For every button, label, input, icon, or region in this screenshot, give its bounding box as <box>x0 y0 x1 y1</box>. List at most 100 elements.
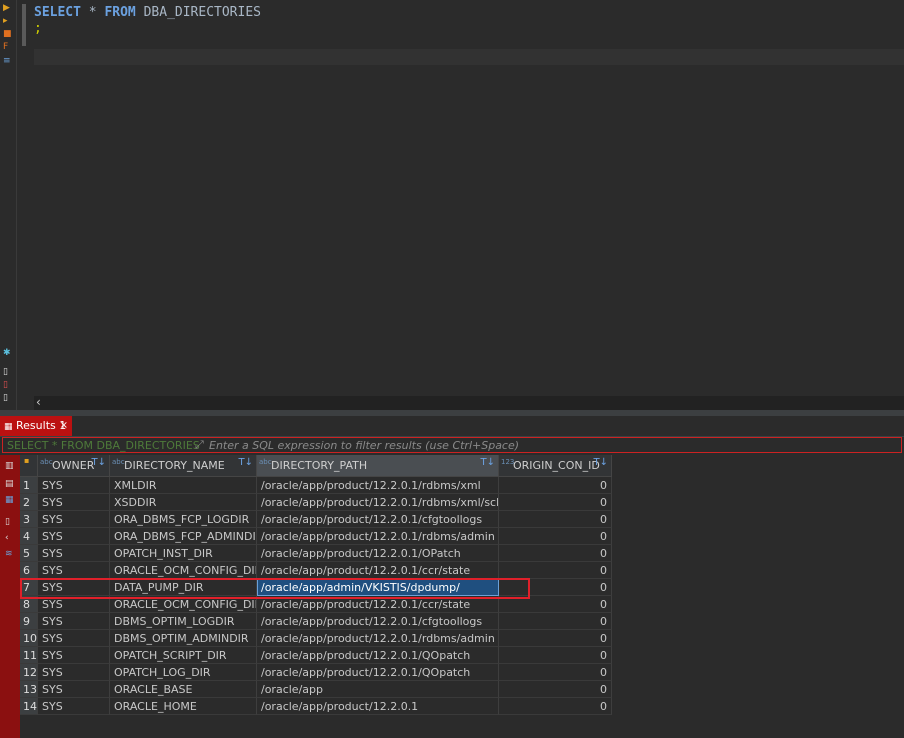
row-number[interactable]: 2 <box>20 494 38 511</box>
cell-directory-path[interactable]: /oracle/app/product/12.2.0.1/cfgtoollogs <box>257 511 499 528</box>
cell-origin-con-id[interactable]: 0 <box>499 528 612 545</box>
row-number[interactable]: 8 <box>20 596 38 613</box>
cell-directory-path[interactable]: /oracle/app/product/12.2.0.1/cfgtoollogs <box>257 613 499 630</box>
row-number[interactable]: 9 <box>20 613 38 630</box>
cell-directory-name[interactable]: ORACLE_OCM_CONFIG_DIR <box>110 562 257 579</box>
column-header-directory-name[interactable]: abc DIRECTORY_NAME T↓ <box>110 455 257 477</box>
cell-directory-path[interactable]: /oracle/app/product/12.2.0.1/OPatch <box>257 545 499 562</box>
cell-origin-con-id[interactable]: 0 <box>499 477 612 494</box>
explain-icon[interactable]: ■ <box>3 30 12 39</box>
cell-directory-name[interactable]: DBMS_OPTIM_LOGDIR <box>110 613 257 630</box>
row-number[interactable]: 1 <box>20 477 38 494</box>
cell-directory-path[interactable]: /oracle/app/product/12.2.0.1/rdbms/xml <box>257 477 499 494</box>
column-header-owner[interactable]: abc OWNER T↓ <box>38 455 110 477</box>
cell-directory-path[interactable]: /oracle/app/product/12.2.0.1 <box>257 698 499 715</box>
cell-directory-name[interactable]: XSDDIR <box>110 494 257 511</box>
cell-origin-con-id[interactable]: 0 <box>499 647 612 664</box>
panels-icon[interactable]: ▯ <box>5 517 15 527</box>
cell-owner[interactable]: SYS <box>38 477 110 494</box>
file-icon[interactable]: ▯ <box>3 368 12 377</box>
cell-owner[interactable]: SYS <box>38 528 110 545</box>
sql-editor[interactable]: ▶ ▸ ■ F ≡ ✱ ▯ ▯ ▯ SELECT * FROM DBA_DIRE… <box>0 0 904 410</box>
cell-origin-con-id[interactable]: 0 <box>499 562 612 579</box>
row-number[interactable]: 3 <box>20 511 38 528</box>
row-number[interactable]: 13 <box>20 681 38 698</box>
cell-owner[interactable]: SYS <box>38 562 110 579</box>
scroll-left-icon[interactable]: ‹ <box>36 395 41 409</box>
expand-filter-icon[interactable]: ⤢ <box>195 438 204 452</box>
cell-owner[interactable]: SYS <box>38 681 110 698</box>
chevron-icon[interactable]: ‹ <box>5 533 15 543</box>
cell-directory-name[interactable]: ORA_DBMS_FCP_LOGDIR <box>110 511 257 528</box>
cell-origin-con-id[interactable]: 0 <box>499 579 612 596</box>
cell-directory-path[interactable]: /oracle/app/product/12.2.0.1/ccr/state <box>257 562 499 579</box>
cell-directory-path[interactable]: /oracle/app/product/12.2.0.1/rdbms/admin <box>257 630 499 647</box>
cell-directory-path[interactable]: /oracle/app/admin/VKISTIS/dpdump/ <box>257 579 499 596</box>
cell-directory-name[interactable]: ORA_DBMS_FCP_ADMINDIR <box>110 528 257 545</box>
cell-origin-con-id[interactable]: 0 <box>499 630 612 647</box>
cell-directory-path[interactable]: /oracle/app/product/12.2.0.1/rdbms/admin <box>257 528 499 545</box>
row-number[interactable]: 14 <box>20 698 38 715</box>
row-number[interactable]: 12 <box>20 664 38 681</box>
results-grid[interactable]: ▪ abc OWNER T↓ abc DIRECTORY_NAME T↓ abc… <box>20 455 904 738</box>
grid-view-icon[interactable]: ▥ <box>5 461 15 471</box>
cell-directory-path[interactable]: /oracle/app/product/12.2.0.1/QOpatch <box>257 664 499 681</box>
row-number[interactable]: 5 <box>20 545 38 562</box>
outline-icon[interactable]: ✱ <box>3 349 12 358</box>
cell-owner[interactable]: SYS <box>38 596 110 613</box>
cell-directory-path[interactable]: /oracle/app/product/12.2.0.1/QOpatch <box>257 647 499 664</box>
row-number[interactable]: 11 <box>20 647 38 664</box>
cell-owner[interactable]: SYS <box>38 664 110 681</box>
cell-directory-name[interactable]: ORACLE_HOME <box>110 698 257 715</box>
doc-icon[interactable]: ▯ <box>3 394 12 403</box>
cell-origin-con-id[interactable]: 0 <box>499 613 612 630</box>
cell-directory-path[interactable]: /oracle/app <box>257 681 499 698</box>
cell-origin-con-id[interactable]: 0 <box>499 545 612 562</box>
cell-origin-con-id[interactable]: 0 <box>499 494 612 511</box>
execute-script-icon[interactable]: ▸ <box>3 17 12 26</box>
row-number[interactable]: 10 <box>20 630 38 647</box>
tab-results-1[interactable]: ▦ Results 1 × <box>0 416 72 436</box>
row-number[interactable]: 4 <box>20 528 38 545</box>
text-view-icon[interactable]: ▤ <box>5 479 15 489</box>
row-number[interactable]: 6 <box>20 562 38 579</box>
cell-directory-name[interactable]: OPATCH_INST_DIR <box>110 545 257 562</box>
cell-owner[interactable]: SYS <box>38 494 110 511</box>
cell-directory-name[interactable]: OPATCH_LOG_DIR <box>110 664 257 681</box>
cell-directory-name[interactable]: XMLDIR <box>110 477 257 494</box>
sort-icon[interactable]: T↓ <box>239 452 254 474</box>
cell-owner[interactable]: SYS <box>38 511 110 528</box>
cell-owner[interactable]: SYS <box>38 698 110 715</box>
filter-bar[interactable]: SELECT * FROM DBA_DIRECTORIES ⤢ Enter a … <box>2 437 902 453</box>
cell-origin-con-id[interactable]: 0 <box>499 698 612 715</box>
cell-directory-name[interactable]: DBMS_OPTIM_ADMINDIR <box>110 630 257 647</box>
error-file-icon[interactable]: ▯ <box>3 381 12 390</box>
sort-icon[interactable]: T↓ <box>594 452 609 474</box>
filter-input[interactable]: Enter a SQL expression to filter results… <box>209 439 519 452</box>
format-icon[interactable]: F <box>3 43 12 52</box>
cell-owner[interactable]: SYS <box>38 545 110 562</box>
record-view-icon[interactable]: ▦ <box>5 495 15 505</box>
cell-owner[interactable]: SYS <box>38 630 110 647</box>
cell-directory-name[interactable]: OPATCH_SCRIPT_DIR <box>110 647 257 664</box>
cell-directory-path[interactable]: /oracle/app/product/12.2.0.1/rdbms/xml/s… <box>257 494 499 511</box>
execute-icon[interactable]: ▶ <box>3 4 12 13</box>
filter-settings-icon[interactable]: ≋ <box>5 549 15 559</box>
close-tab-icon[interactable]: × <box>60 416 68 436</box>
sql-statement[interactable]: SELECT * FROM DBA_DIRECTORIES <box>34 4 261 21</box>
editor-horizontal-scrollbar[interactable]: ‹ <box>34 395 904 410</box>
cell-directory-name[interactable]: DATA_PUMP_DIR <box>110 579 257 596</box>
cell-owner[interactable]: SYS <box>38 579 110 596</box>
cell-origin-con-id[interactable]: 0 <box>499 664 612 681</box>
cell-origin-con-id[interactable]: 0 <box>499 511 612 528</box>
sort-icon[interactable]: T↓ <box>92 452 107 474</box>
cell-directory-name[interactable]: ORACLE_OCM_CONFIG_DIR2 <box>110 596 257 613</box>
row-number-header[interactable]: ▪ <box>20 455 38 477</box>
cell-owner[interactable]: SYS <box>38 613 110 630</box>
history-icon[interactable]: ≡ <box>3 57 12 66</box>
sort-icon[interactable]: T↓ <box>481 452 496 474</box>
cell-owner[interactable]: SYS <box>38 647 110 664</box>
cell-origin-con-id[interactable]: 0 <box>499 681 612 698</box>
cell-directory-path[interactable]: /oracle/app/product/12.2.0.1/ccr/state <box>257 596 499 613</box>
column-header-directory-path[interactable]: abc DIRECTORY_PATH T↓ <box>257 455 499 477</box>
